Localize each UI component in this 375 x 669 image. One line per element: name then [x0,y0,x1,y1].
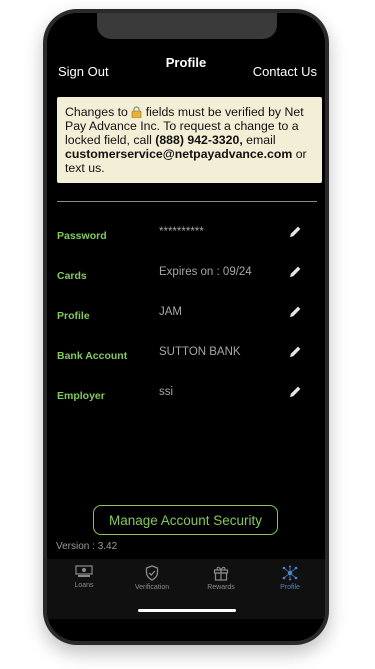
row-value: ********** [159,226,204,238]
tab-label: Verification [134,584,170,591]
row-value: Expires on : 09/24 [159,266,252,278]
notice-phone[interactable]: (888) 942-3320, [155,133,243,147]
tab-verification[interactable]: Verification [117,565,187,605]
home-indicator [138,609,236,612]
profile-row-profile: Profile JAM [47,300,325,330]
tab-rewards[interactable]: Rewards [186,565,256,605]
notice-text-3: email [242,133,276,147]
pencil-icon[interactable] [289,265,302,278]
pencil-icon[interactable] [289,305,302,318]
tab-label: Rewards [207,584,235,591]
network-icon [282,565,298,581]
row-label: Bank Account [57,350,128,362]
row-value: SUTTON BANK [159,346,241,358]
gift-icon [213,566,229,581]
tab-loans[interactable]: Loans [49,565,119,605]
pencil-icon[interactable] [289,345,302,358]
row-label: Cards [57,270,87,282]
device-notch [97,13,277,39]
row-label: Profile [57,310,90,322]
tab-label: Profile [280,584,300,591]
profile-row-bank-account: Bank Account SUTTON BANK [47,340,325,370]
divider [57,201,317,202]
app-screen: Sign Out Profile Contact Us Changes to f… [47,13,325,641]
profile-row-cards: Cards Expires on : 09/24 [47,260,325,290]
notice-text-1: Changes to [65,105,132,119]
lock-icon [132,106,142,118]
row-label: Employer [57,390,105,402]
shield-check-icon [145,565,159,581]
tab-label: Loans [74,582,94,589]
row-label: Password [57,230,107,242]
contact-us-button[interactable]: Contact Us [253,64,317,79]
notice-email[interactable]: customerservice@netpayadvance.com [65,147,292,161]
manage-account-security-button[interactable]: Manage Account Security [93,505,278,535]
profile-row-employer: Employer ssi [47,380,325,410]
money-icon [75,565,93,577]
pencil-icon[interactable] [289,385,302,398]
pencil-icon[interactable] [289,225,302,238]
version-label: Version : 3.42 [56,541,118,552]
row-value: JAM [159,306,182,318]
locked-fields-notice: Changes to fields must be verified by Ne… [57,97,322,183]
tab-profile[interactable]: Profile [255,565,325,605]
top-bar: Sign Out Profile Contact Us [47,51,325,91]
row-value: ssi [159,386,174,398]
profile-row-password: Password ********** [47,220,325,250]
